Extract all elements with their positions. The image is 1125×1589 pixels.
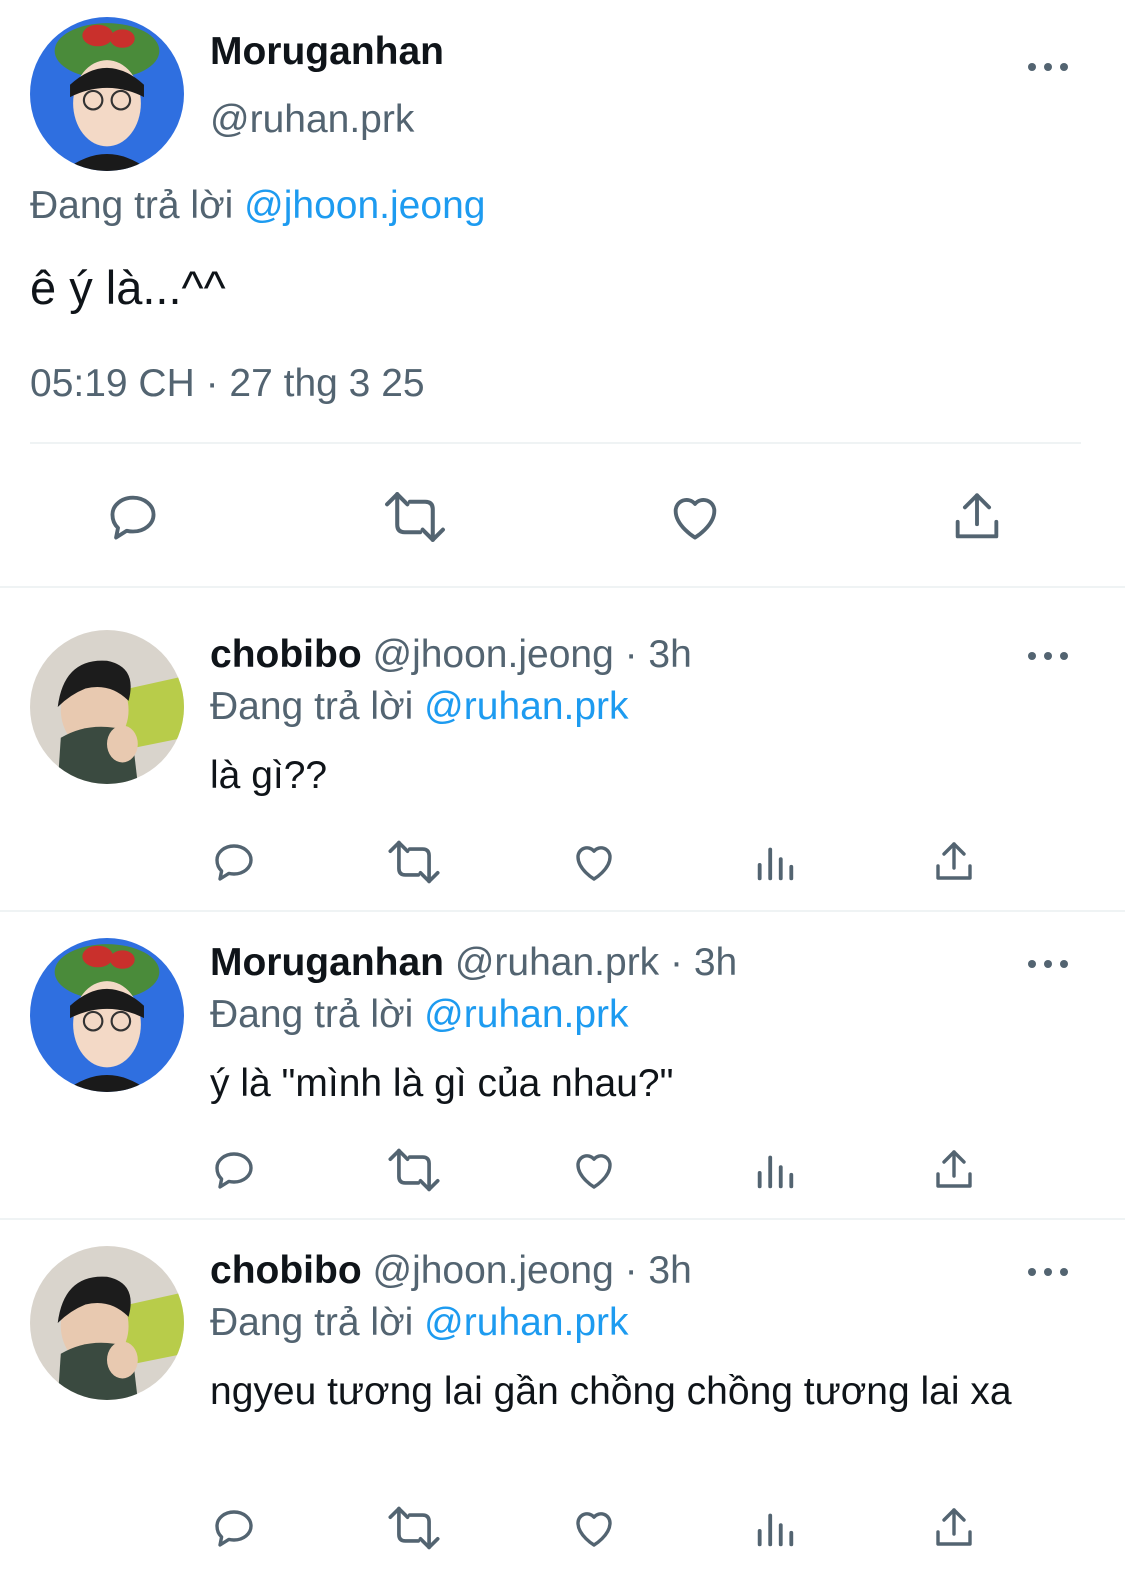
reply-text: là gì?? (210, 754, 328, 797)
more-icon[interactable] (1028, 954, 1068, 974)
reply-icon[interactable] (210, 838, 258, 886)
heart-icon[interactable] (570, 838, 618, 886)
main-tweet-timestamp[interactable]: 05:19 CH · 27 thg 3 25 (30, 362, 425, 406)
replying-prefix: Đang trả lời (30, 184, 234, 227)
reply-handle-time[interactable]: @ruhan.prk · 3h (455, 941, 737, 984)
replying-to-link[interactable]: @ruhan.prk (424, 993, 628, 1036)
views-icon[interactable] (752, 840, 798, 886)
share-icon[interactable] (948, 488, 1006, 546)
divider (0, 586, 1125, 588)
replying-prefix: Đang trả lời (210, 993, 414, 1036)
reply-display-name[interactable]: chobibo (210, 1249, 362, 1292)
reply-replying-to: Đang trả lời @ruhan.prk (210, 1301, 629, 1345)
replying-prefix: Đang trả lời (210, 685, 414, 728)
heart-icon[interactable] (570, 1504, 618, 1552)
reply-header: chobibo @jhoon.jeong · 3h (210, 1249, 692, 1293)
reply-text: ngyeu tương lai gần chồng chồng tương la… (210, 1370, 1012, 1413)
reply-icon[interactable] (104, 488, 162, 546)
reply-header: Moruganhan @ruhan.prk · 3h (210, 941, 737, 985)
retweet-icon[interactable] (382, 488, 448, 546)
reply-icon[interactable] (210, 1504, 258, 1552)
avatar-chobibo[interactable] (30, 630, 184, 784)
heart-icon[interactable] (666, 488, 724, 546)
more-icon[interactable] (1028, 1262, 1068, 1282)
reply-handle-time[interactable]: @jhoon.jeong · 3h (372, 633, 691, 676)
retweet-icon[interactable] (386, 838, 442, 886)
main-tweet-replying-to: Đang trả lời @jhoon.jeong (30, 184, 485, 228)
more-icon[interactable] (1028, 57, 1068, 77)
avatar-chobibo[interactable] (30, 1246, 184, 1400)
replying-to-link[interactable]: @ruhan.prk (424, 1301, 628, 1344)
main-tweet-display-name[interactable]: Moruganhan (210, 30, 444, 74)
reply-header: chobibo @jhoon.jeong · 3h (210, 633, 692, 677)
replying-prefix: Đang trả lời (210, 1301, 414, 1344)
divider (30, 442, 1081, 444)
share-icon[interactable] (930, 1504, 978, 1552)
reply-text: ý là "mình là gì của nhau?" (210, 1062, 674, 1105)
reply-display-name[interactable]: Moruganhan (210, 941, 444, 984)
divider (0, 1218, 1125, 1220)
retweet-icon[interactable] (386, 1504, 442, 1552)
views-icon[interactable] (752, 1148, 798, 1194)
more-icon[interactable] (1028, 646, 1068, 666)
reply-handle-time[interactable]: @jhoon.jeong · 3h (372, 1249, 691, 1292)
share-icon[interactable] (930, 1146, 978, 1194)
replying-to-link[interactable]: @jhoon.jeong (244, 184, 485, 227)
replying-to-link[interactable]: @ruhan.prk (424, 685, 628, 728)
retweet-icon[interactable] (386, 1146, 442, 1194)
main-tweet-text: ê ý là...^^ (30, 261, 226, 314)
main-tweet-handle[interactable]: @ruhan.prk (210, 98, 414, 142)
avatar-moruganhan[interactable] (30, 17, 184, 171)
reply-icon[interactable] (210, 1146, 258, 1194)
avatar-moruganhan[interactable] (30, 938, 184, 1092)
reply-replying-to: Đang trả lời @ruhan.prk (210, 993, 629, 1037)
divider (0, 910, 1125, 912)
share-icon[interactable] (930, 838, 978, 886)
reply-display-name[interactable]: chobibo (210, 633, 362, 676)
views-icon[interactable] (752, 1506, 798, 1552)
reply-replying-to: Đang trả lời @ruhan.prk (210, 685, 629, 729)
heart-icon[interactable] (570, 1146, 618, 1194)
